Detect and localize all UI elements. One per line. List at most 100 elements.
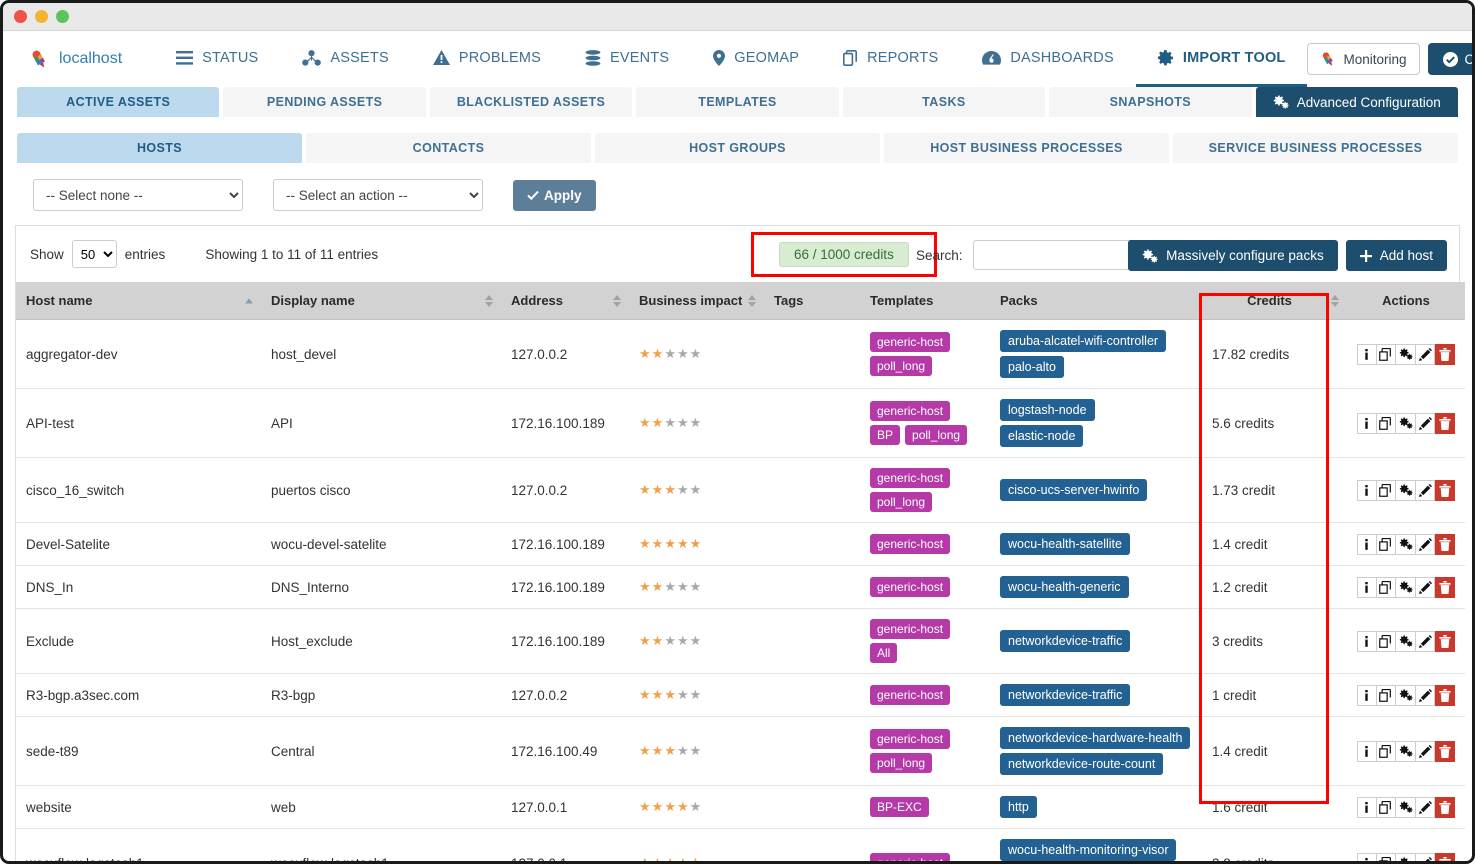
row-action-configure-icon[interactable] bbox=[1396, 684, 1416, 706]
template-badge[interactable]: poll_long bbox=[905, 425, 968, 445]
row-action-info-icon[interactable] bbox=[1357, 630, 1377, 652]
column-header-tags[interactable]: Tags bbox=[764, 282, 860, 320]
row-action-info-icon[interactable] bbox=[1357, 796, 1377, 818]
template-badge[interactable]: generic-host bbox=[870, 401, 951, 421]
table-row[interactable]: wocuflow-logstash1 wocuflow-logstash1 127.… bbox=[16, 828, 1465, 861]
tab-templates[interactable]: TEMPLATES bbox=[636, 87, 839, 117]
pack-badge[interactable]: wocu-health-generic bbox=[1000, 576, 1129, 598]
template-badge[interactable]: BP bbox=[870, 425, 901, 445]
tab-hosts[interactable]: HOSTS bbox=[17, 133, 302, 163]
template-badge[interactable]: generic-host bbox=[870, 577, 951, 597]
table-row[interactable]: Exclude Host_exclude 172.16.100.189 ★★★★★ ge… bbox=[16, 608, 1465, 674]
row-action-configure-icon[interactable] bbox=[1396, 796, 1416, 818]
table-row[interactable]: cisco_16_switch puertos cisco 127.0.0.2 ★★★… bbox=[16, 457, 1465, 523]
monitoring-button[interactable]: Monitoring bbox=[1307, 43, 1420, 75]
template-badge[interactable]: generic-host bbox=[870, 853, 951, 861]
nav-item-problems[interactable]: PROBLEMS bbox=[411, 31, 563, 87]
column-header-display-name[interactable]: Display name bbox=[261, 282, 501, 320]
select-action-dropdown[interactable]: -- Select an action -- bbox=[273, 179, 483, 211]
row-action-clone-icon[interactable] bbox=[1376, 796, 1397, 818]
row-action-edit-icon[interactable] bbox=[1415, 343, 1436, 365]
row-action-edit-icon[interactable] bbox=[1415, 479, 1436, 501]
table-row[interactable]: sede-t89 Central 172.16.100.49 ★★★★★ generic… bbox=[16, 716, 1465, 786]
template-badge[interactable]: generic-host bbox=[870, 534, 951, 554]
template-badge[interactable]: generic-host bbox=[870, 468, 951, 488]
nav-item-status[interactable]: STATUS bbox=[154, 31, 280, 87]
tab-host-groups[interactable]: HOST GROUPS bbox=[595, 133, 880, 163]
row-action-clone-icon[interactable] bbox=[1376, 533, 1397, 555]
row-action-configure-icon[interactable] bbox=[1396, 576, 1416, 598]
tab-active-assets[interactable]: ACTIVE ASSETS bbox=[17, 87, 220, 117]
pack-badge[interactable]: networkdevice-traffic bbox=[1000, 684, 1131, 706]
template-badge[interactable]: generic-host bbox=[870, 729, 951, 749]
template-badge[interactable]: poll_long bbox=[870, 356, 933, 376]
pack-badge[interactable]: logstash-node bbox=[1000, 399, 1095, 421]
table-row[interactable]: aggregator-dev host_devel 127.0.0.2 ★★★★★ ge… bbox=[16, 319, 1465, 389]
row-action-delete-icon[interactable] bbox=[1435, 479, 1455, 501]
row-action-configure-icon[interactable] bbox=[1396, 630, 1416, 652]
window-minimize-button[interactable] bbox=[35, 10, 48, 23]
row-action-info-icon[interactable] bbox=[1357, 576, 1377, 598]
column-header-templates[interactable]: Templates bbox=[860, 282, 990, 320]
row-action-configure-icon[interactable] bbox=[1396, 533, 1416, 555]
nav-item-import-tool[interactable]: IMPORT TOOL bbox=[1135, 31, 1308, 87]
column-header-host-name[interactable]: Host name bbox=[16, 282, 261, 320]
tab-pending-assets[interactable]: PENDING ASSETS bbox=[223, 87, 426, 117]
row-action-edit-icon[interactable] bbox=[1415, 740, 1436, 762]
column-header-packs[interactable]: Packs bbox=[990, 282, 1192, 320]
add-host-button[interactable]: Add host bbox=[1345, 240, 1447, 271]
table-row[interactable]: Devel-Satelite wocu-devel-satelite 172.16.… bbox=[16, 522, 1465, 566]
window-close-button[interactable] bbox=[14, 10, 27, 23]
entries-per-page-select[interactable]: 50 bbox=[71, 240, 117, 268]
row-action-clone-icon[interactable] bbox=[1376, 630, 1397, 652]
tab-blacklisted-assets[interactable]: BLACKLISTED ASSETS bbox=[429, 87, 633, 117]
row-action-edit-icon[interactable] bbox=[1415, 630, 1436, 652]
check-button[interactable]: Check bbox=[1427, 43, 1472, 75]
pack-badge[interactable]: palo-alto bbox=[1000, 356, 1064, 378]
select-none-dropdown[interactable]: -- Select none -- bbox=[33, 179, 243, 211]
pack-badge[interactable]: http bbox=[1000, 796, 1037, 818]
pack-badge[interactable]: cisco-ucs-server-hwinfo bbox=[1000, 479, 1148, 501]
row-action-clone-icon[interactable] bbox=[1376, 684, 1397, 706]
tab-snapshots[interactable]: SNAPSHOTS bbox=[1049, 87, 1252, 117]
row-action-info-icon[interactable] bbox=[1357, 343, 1377, 365]
row-action-edit-icon[interactable] bbox=[1415, 412, 1436, 434]
row-action-info-icon[interactable] bbox=[1357, 479, 1377, 501]
row-action-delete-icon[interactable] bbox=[1435, 412, 1455, 434]
pack-badge[interactable]: networkdevice-hardware-health bbox=[1000, 727, 1191, 749]
row-action-configure-icon[interactable] bbox=[1396, 412, 1416, 434]
nav-item-reports[interactable]: REPORTS bbox=[821, 31, 960, 87]
row-action-configure-icon[interactable] bbox=[1396, 852, 1416, 861]
pack-badge[interactable]: networkdevice-route-count bbox=[1000, 753, 1164, 775]
row-action-delete-icon[interactable] bbox=[1435, 630, 1455, 652]
pack-badge[interactable]: wocu-health-satellite bbox=[1000, 533, 1130, 555]
row-action-configure-icon[interactable] bbox=[1396, 343, 1416, 365]
template-badge[interactable]: All bbox=[870, 643, 898, 663]
nav-item-geomap[interactable]: GEOMAP bbox=[691, 31, 821, 87]
row-action-info-icon[interactable] bbox=[1357, 684, 1377, 706]
row-action-delete-icon[interactable] bbox=[1435, 343, 1455, 365]
massively-configure-packs-button[interactable]: Massively configure packs bbox=[1128, 240, 1338, 271]
tab-tasks[interactable]: TASKS bbox=[842, 87, 1046, 117]
row-action-clone-icon[interactable] bbox=[1376, 412, 1397, 434]
pack-badge[interactable]: wocu-health-monitoring-visor bbox=[1000, 839, 1177, 861]
template-badge[interactable]: poll_long bbox=[870, 753, 933, 773]
table-row[interactable]: R3-bgp.a3sec.com R3-bgp 127.0.0.2 ★★★★★ gene… bbox=[16, 673, 1465, 717]
table-row[interactable]: DNS_In DNS_Interno 172.16.100.189 ★★★★★ gene… bbox=[16, 565, 1465, 609]
row-action-configure-icon[interactable] bbox=[1396, 740, 1416, 762]
nav-item-events[interactable]: EVENTS bbox=[563, 31, 691, 87]
row-action-info-icon[interactable] bbox=[1357, 412, 1377, 434]
template-badge[interactable]: generic-host bbox=[870, 619, 951, 639]
row-action-clone-icon[interactable] bbox=[1376, 343, 1397, 365]
row-action-clone-icon[interactable] bbox=[1376, 479, 1397, 501]
search-input[interactable] bbox=[972, 240, 1145, 270]
nav-item-assets[interactable]: ASSETS bbox=[280, 31, 410, 87]
column-header-credits[interactable]: Credits bbox=[1192, 282, 1347, 320]
row-action-edit-icon[interactable] bbox=[1415, 796, 1436, 818]
row-action-info-icon[interactable] bbox=[1357, 533, 1377, 555]
tab-service-business-processes[interactable]: SERVICE BUSINESS PROCESSES bbox=[1173, 133, 1458, 163]
column-header-address[interactable]: Address bbox=[501, 282, 629, 320]
template-badge[interactable]: generic-host bbox=[870, 332, 951, 352]
row-action-edit-icon[interactable] bbox=[1415, 852, 1436, 861]
column-header-business-impact[interactable]: Business impact bbox=[629, 282, 764, 320]
